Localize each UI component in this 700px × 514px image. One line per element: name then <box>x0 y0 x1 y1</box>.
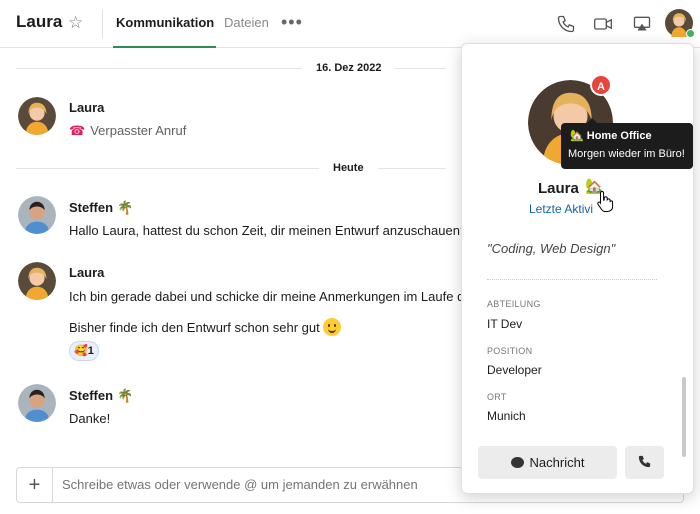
message-text: Hallo Laura, hattest du schon Zeit, dir … <box>69 223 468 238</box>
chat-bubble-icon <box>510 457 524 468</box>
online-status-indicator <box>686 29 695 38</box>
profile-divider <box>487 279 657 280</box>
send-message-button[interactable]: Nachricht <box>478 446 617 479</box>
message-text: Ich bin gerade dabei und schicke dir mei… <box>69 289 472 304</box>
send-message-label: Nachricht <box>529 455 585 470</box>
avatar[interactable] <box>18 384 56 422</box>
profile-name: Laura <box>538 180 579 197</box>
more-options-icon[interactable]: ••• <box>281 12 303 32</box>
sender-name[interactable]: Steffen 🌴 <box>69 200 133 216</box>
sender-name[interactable]: Steffen 🌴 <box>69 388 133 404</box>
avatar[interactable] <box>18 196 56 234</box>
notification-badge: A <box>590 74 612 96</box>
tab-dateien[interactable]: Dateien <box>224 15 269 31</box>
chat-header: Laura ☆ Kommunikation Dateien ••• <box>0 0 700 48</box>
panel-scrollbar[interactable] <box>682 377 686 457</box>
last-active-link[interactable]: Letzte Aktivi <box>529 202 593 216</box>
phone-icon <box>638 455 651 468</box>
smiley-emoji-icon <box>322 318 341 336</box>
message-text: Bisher finde ich den Entwurf schon sehr … <box>69 318 341 336</box>
conversation-title: Laura <box>16 12 63 31</box>
missed-call-label: Verpasster Anruf <box>90 123 187 138</box>
video-icon[interactable] <box>593 14 613 34</box>
missed-call-icon: ☎ <box>69 123 86 138</box>
profile-status-quote: "Coding, Web Design" <box>487 241 616 256</box>
tooltip-title-text: Home Office <box>586 130 652 142</box>
date-label: 16. Dez 2022 <box>302 62 396 74</box>
add-attachment-button[interactable]: + <box>17 468 53 502</box>
active-tab-indicator <box>113 46 216 48</box>
field-label-ort: ORT <box>487 392 507 402</box>
reaction-emoji: 🥰 <box>74 345 88 357</box>
message-text: Danke! <box>69 411 111 426</box>
screen-share-icon[interactable] <box>632 14 652 34</box>
sender-name-text: Steffen <box>69 200 114 215</box>
profile-popover: A Laura 🏡 Letzte Aktivi "Coding, Web Des… <box>461 43 694 494</box>
tooltip-subtitle: Morgen wieder im Büro! <box>568 148 685 160</box>
tab-kommunikation[interactable]: Kommunikation <box>116 15 214 31</box>
avatar[interactable] <box>18 262 56 300</box>
date-label: Heute <box>319 162 378 174</box>
field-value-abteilung: IT Dev <box>487 317 523 331</box>
sender-name[interactable]: Laura <box>69 265 104 280</box>
date-divider <box>16 168 446 169</box>
field-label-position: POSITION <box>487 346 533 356</box>
avatar[interactable] <box>18 97 56 135</box>
reaction-chip[interactable]: 🥰1 <box>69 341 99 361</box>
status-emoji: 🌴 <box>117 388 134 403</box>
status-tooltip: 🏡 Home Office Morgen wieder im Büro! <box>561 118 693 169</box>
phone-icon[interactable] <box>556 14 576 34</box>
message-text-content: Bisher finde ich den Entwurf schon sehr … <box>69 320 320 335</box>
field-label-abteilung: ABTEILUNG <box>487 299 541 309</box>
reaction-count: 1 <box>87 345 94 357</box>
field-value-position: Developer <box>487 363 542 377</box>
sender-name-text: Steffen <box>69 388 114 403</box>
call-button[interactable] <box>625 446 664 479</box>
star-icon[interactable]: ☆ <box>68 13 83 33</box>
tooltip-title: 🏡 Home Office <box>570 129 652 142</box>
sender-name[interactable]: Laura <box>69 100 104 115</box>
status-emoji: 🌴 <box>117 200 134 215</box>
missed-call-info: ☎ Verpasster Anruf <box>69 123 186 139</box>
home-office-icon: 🏡 <box>570 130 584 142</box>
field-value-ort: Munich <box>487 409 526 423</box>
header-divider <box>102 10 103 38</box>
hand-cursor-icon <box>597 190 614 212</box>
